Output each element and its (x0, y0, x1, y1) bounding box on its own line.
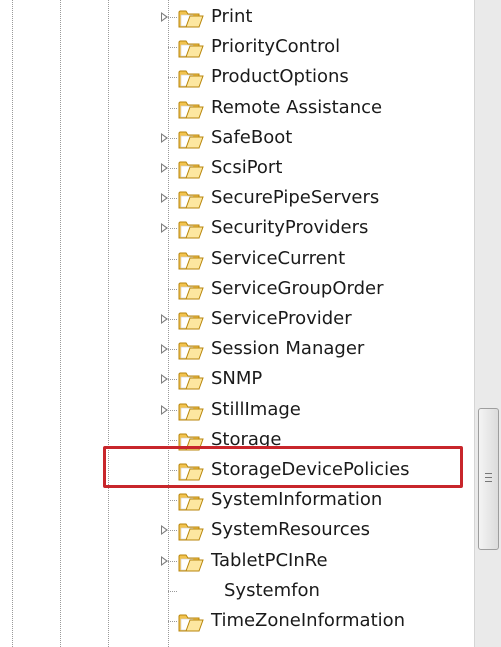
tree-item-label: PriorityControl (211, 36, 341, 58)
scrollbar-grip-line (485, 477, 492, 478)
tree-connector (168, 228, 177, 230)
tree-item-stillimage[interactable]: StillImage (0, 395, 474, 425)
tree-connector (168, 409, 177, 411)
folder-icon (178, 249, 204, 271)
tree-connector (168, 530, 177, 532)
scrollbar-thumb[interactable] (478, 408, 499, 550)
tree-item-systemfon[interactable]: Systemfon (0, 576, 474, 606)
tree-item-print[interactable]: Print (0, 2, 474, 32)
folder-icon (178, 188, 204, 210)
tree-connector (168, 379, 177, 381)
expand-arrow-icon[interactable] (161, 132, 168, 143)
tree-item-label: SafeBoot (211, 126, 293, 148)
tree-item-serviceprovider[interactable]: ServiceProvider (0, 304, 474, 334)
tree-item-systeminformation[interactable]: SystemInformation (0, 485, 474, 515)
highlight-annotation (103, 446, 463, 488)
tree-connector (168, 349, 177, 351)
tree-item-label: SNMP (211, 368, 263, 390)
expand-arrow-icon[interactable] (161, 193, 168, 204)
folder-icon (178, 158, 204, 180)
tree-item-remote-assistance[interactable]: Remote Assistance (0, 93, 474, 123)
tree-item-securityproviders[interactable]: SecurityProviders (0, 213, 474, 243)
tree-item-label: ScsiPort (211, 157, 283, 178)
tree-item-prioritycontrol[interactable]: PriorityControl (0, 32, 474, 62)
tree-item-label: Session Manager (211, 338, 365, 360)
expand-arrow-icon[interactable] (161, 163, 168, 173)
tree-item-session-manager[interactable]: Session Manager (0, 334, 474, 364)
expand-arrow-icon[interactable] (161, 404, 168, 415)
tree-connector (168, 439, 177, 441)
registry-tree: Print PriorityControl ProductOptions Remote… (0, 0, 474, 647)
folder-icon (178, 400, 204, 422)
folder-icon (178, 98, 204, 120)
expand-arrow-icon[interactable] (161, 374, 168, 385)
tree-connector (168, 198, 177, 200)
folder-icon (178, 611, 204, 633)
tree-connector (168, 137, 177, 139)
folder-icon (178, 218, 204, 240)
expand-arrow-icon[interactable] (161, 314, 168, 324)
tree-connector (168, 319, 177, 320)
tree-item-timezoneinformation[interactable]: TimeZoneInformation (0, 606, 474, 636)
folder-icon (178, 7, 204, 29)
tree-item-servicegrouporder[interactable]: ServiceGroupOrder (0, 274, 474, 304)
tree-item-label: Print (211, 6, 253, 27)
tree-connector (168, 17, 177, 18)
tree-item-label: SecurePipeServers (211, 187, 380, 209)
expand-arrow-icon[interactable] (161, 12, 168, 22)
tree-connector (168, 168, 177, 169)
tree-connector (168, 258, 177, 260)
tree-item-label: StillImage (211, 398, 301, 420)
folder-icon (178, 279, 204, 301)
tree-item-safeboot[interactable]: SafeBoot (0, 123, 474, 153)
tree-item-label: ServiceProvider (211, 308, 352, 329)
expand-arrow-icon[interactable] (161, 555, 168, 566)
tree-item-label: TimeZoneInformation (211, 610, 406, 631)
tree-connector (168, 500, 177, 502)
tree-item-label: SecurityProviders (211, 217, 369, 239)
expand-arrow-icon[interactable] (161, 525, 168, 536)
tree-connector (168, 590, 177, 592)
tree-connector (168, 288, 177, 290)
folder-icon (178, 551, 204, 573)
tree-item-productoptions[interactable]: ProductOptions (0, 62, 474, 92)
folder-icon (178, 67, 204, 89)
folder-icon (178, 490, 204, 512)
folder-icon (178, 128, 204, 150)
tree-item-scsiport[interactable]: ScsiPort (0, 153, 474, 183)
tree-connector (168, 560, 177, 562)
folder-icon (178, 520, 204, 542)
tree-connector (168, 47, 177, 49)
tree-item-label: Remote Assistance (211, 96, 383, 118)
tree-item-label: Systemfon (224, 579, 320, 601)
expand-arrow-icon[interactable] (161, 223, 168, 234)
tree-connector (168, 621, 177, 622)
tree-item-label: ProductOptions (211, 66, 349, 88)
scrollbar-grip-line (485, 473, 492, 474)
folder-icon (178, 339, 204, 361)
folder-icon (178, 369, 204, 391)
tree-item-label: SystemInformation (211, 489, 383, 511)
tree-item-label: SystemResources (211, 519, 371, 541)
tree-item-servicecurrent[interactable]: ServiceCurrent (0, 244, 474, 274)
scrollbar-grip-line (485, 481, 492, 482)
tree-item-snmp[interactable]: SNMP (0, 364, 474, 394)
tree-item-label: ServiceGroupOrder (211, 277, 384, 299)
tree-connector (168, 77, 177, 79)
tree-item-systemresources[interactable]: SystemResources (0, 515, 474, 545)
tree-item-label: ServiceCurrent (211, 247, 346, 269)
folder-icon (178, 37, 204, 59)
tree-item-label: TabletPCInRe (211, 549, 328, 571)
vertical-scrollbar[interactable] (474, 0, 501, 647)
tree-item-securepipeservers[interactable]: SecurePipeServers (0, 183, 474, 213)
tree-item-tabletpcinre[interactable]: TabletPCInRe (0, 546, 474, 576)
tree-connector (168, 107, 177, 109)
folder-icon (178, 309, 204, 331)
expand-arrow-icon[interactable] (161, 344, 168, 355)
